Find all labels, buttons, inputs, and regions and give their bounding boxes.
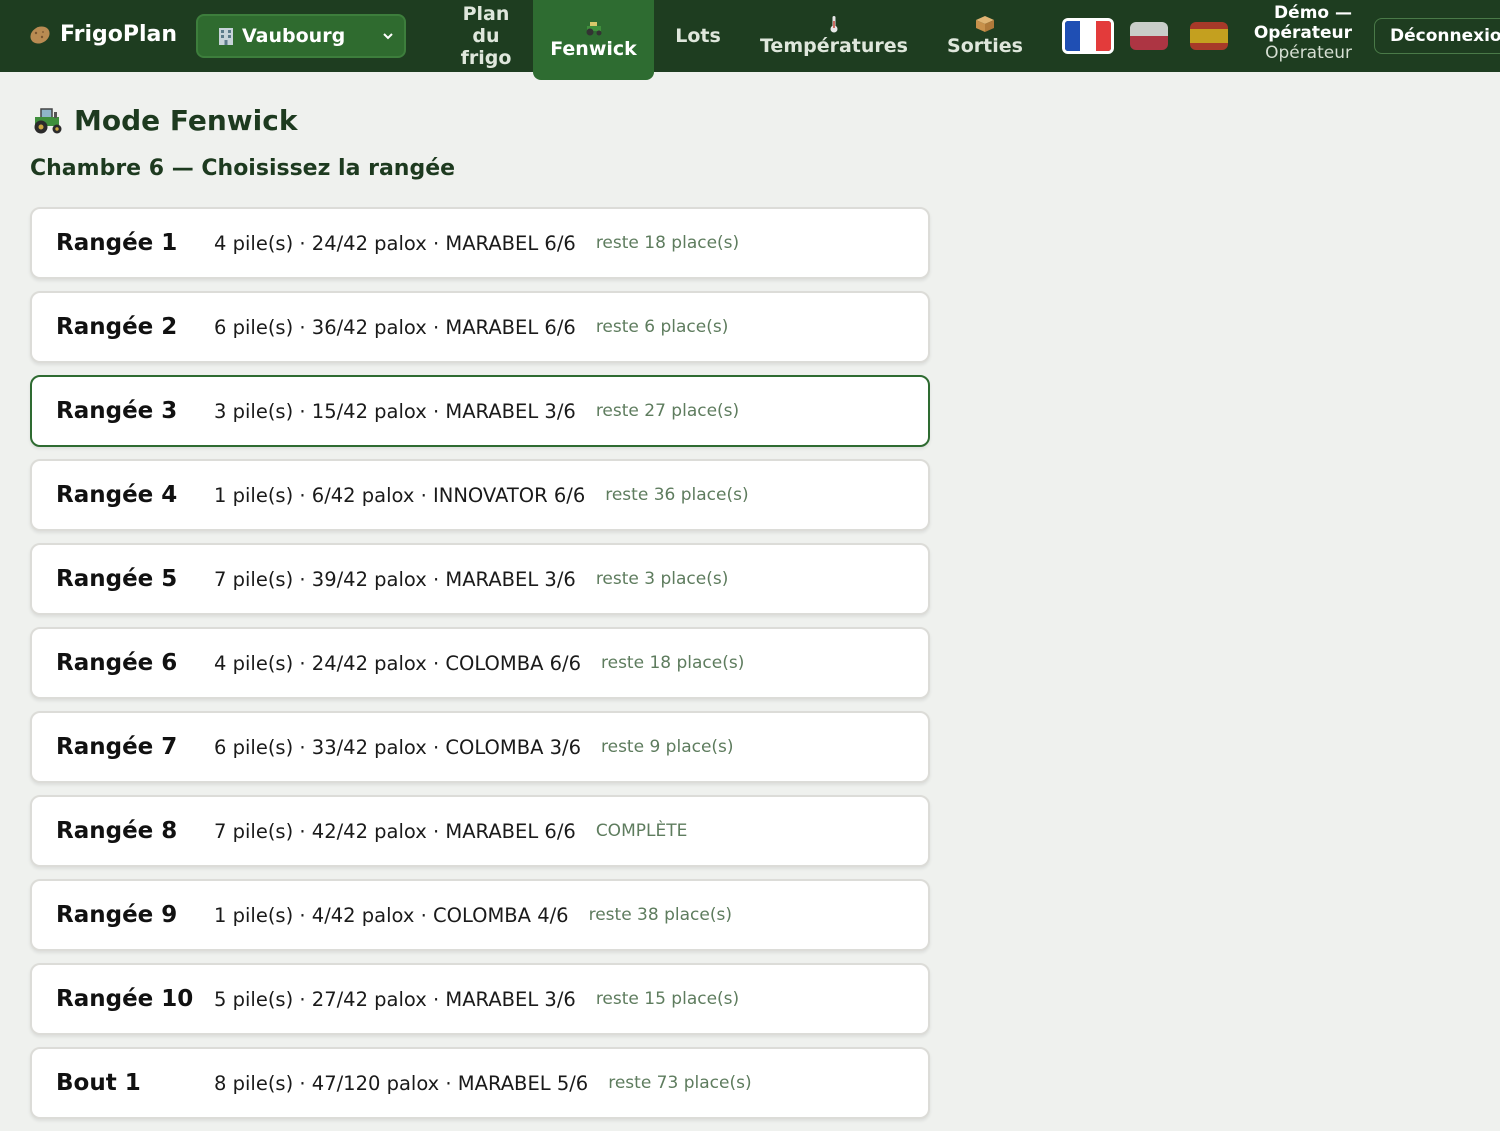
row-name: Rangée 1 [56, 230, 178, 256]
row-remaining: reste 38 place(s) [588, 905, 732, 925]
row-info: 5 pile(s) · 27/42 palox · MARABEL 3/6 [214, 987, 576, 1011]
row-name: Rangée 7 [56, 734, 178, 760]
row-info: 8 pile(s) · 47/120 palox · MARABEL 5/6 [214, 1071, 589, 1095]
row-name: Rangée 8 [56, 818, 178, 844]
nav-plan-label-3: frigo [460, 47, 512, 69]
row-card[interactable]: Rangée 7 6 pile(s) · 33/42 palox · COLOMB… [30, 711, 930, 783]
row-card[interactable]: Rangée 8 7 pile(s) · 42/42 palox · MARABE… [30, 795, 930, 867]
row-remaining: reste 73 place(s) [608, 1073, 752, 1093]
row-card[interactable]: Rangée 9 1 pile(s) · 4/42 palox · COLOMBA… [30, 879, 930, 951]
row-card[interactable]: Rangée 4 1 pile(s) · 6/42 palox · INNOVAT… [30, 459, 930, 531]
row-name: Rangée 3 [56, 398, 178, 424]
row-card[interactable]: Rangée 1 4 pile(s) · 24/42 palox · MARABE… [30, 207, 930, 279]
row-info: 7 pile(s) · 39/42 palox · MARABEL 3/6 [214, 567, 576, 591]
nav-plan-label-1: Plan [462, 3, 510, 25]
flag-es-icon[interactable] [1190, 22, 1228, 50]
app-name: FrigoPlan [60, 22, 178, 47]
row-remaining: reste 15 place(s) [595, 989, 740, 1009]
row-remaining: reste 36 place(s) [605, 485, 749, 505]
row-card[interactable]: Bout 1 8 pile(s) · 47/120 palox · MARABEL… [30, 1047, 930, 1119]
row-card[interactable]: Rangée 10 5 pile(s) · 27/42 palox · MARAB… [30, 963, 930, 1035]
row-card[interactable]: Rangée 5 7 pile(s) · 39/42 palox · MARABE… [30, 543, 930, 615]
row-info: 1 pile(s) · 6/42 palox · INNOVATOR 6/6 [214, 483, 586, 507]
row-info: 6 pile(s) · 33/42 palox · COLOMBA 3/6 [214, 735, 581, 759]
site-select[interactable]: Vaubourg [196, 14, 406, 58]
row-info: 6 pile(s) · 36/42 palox · MARABEL 6/6 [214, 315, 576, 339]
building-icon [219, 28, 233, 45]
nav-sorties[interactable]: Sorties [935, 0, 1035, 72]
row-name: Rangée 2 [56, 314, 178, 340]
row-name: Rangée 9 [56, 902, 178, 928]
row-card[interactable]: Rangée 2 6 pile(s) · 36/42 palox · MARABE… [30, 291, 930, 363]
nav-plan-du-frigo[interactable]: Plan du frigo [446, 0, 526, 72]
row-card[interactable]: Rangée 3 3 pile(s) · 15/42 palox · MARABE… [30, 375, 930, 447]
row-info: 7 pile(s) · 42/42 palox · MARABEL 6/6 [214, 819, 576, 843]
potato-icon [30, 25, 50, 44]
row-remaining: reste 27 place(s) [595, 401, 740, 421]
top-navigation-bar: FrigoPlan Vaubourg Plan du frigo Fenwick… [0, 0, 1500, 80]
row-card[interactable]: Rangée 6 4 pile(s) · 24/42 palox · COLOMB… [30, 627, 930, 699]
row-remaining: reste 3 place(s) [595, 569, 729, 589]
tractor-icon [34, 107, 62, 133]
row-remaining: COMPLÈTE [595, 821, 688, 841]
site-select-value: Vaubourg [242, 25, 346, 47]
app-brand[interactable]: FrigoPlan [28, 22, 177, 47]
user-name-line-1: Démo — [1274, 3, 1352, 23]
chevron-down-icon [383, 33, 393, 40]
logout-button[interactable]: Déconnexion [1374, 18, 1500, 54]
nav-fenwick-label: Fenwick [550, 38, 637, 60]
nav-plan-label-2: du [472, 25, 500, 47]
row-remaining: reste 18 place(s) [601, 653, 745, 673]
row-name: Bout 1 [56, 1070, 141, 1096]
row-remaining: reste 18 place(s) [595, 233, 740, 253]
row-info: 4 pile(s) · 24/42 palox · MARABEL 6/6 [214, 231, 576, 255]
nav-lots-label: Lots [675, 25, 721, 47]
flag-fr-icon[interactable] [1062, 18, 1114, 54]
row-info: 3 pile(s) · 15/42 palox · MARABEL 3/6 [214, 399, 576, 423]
row-list: Rangée 1 4 pile(s) · 24/42 palox · MARABE… [30, 207, 930, 1131]
page-title: Mode Fenwick [30, 104, 297, 137]
row-info: 1 pile(s) · 4/42 palox · COLOMBA 4/6 [214, 903, 569, 927]
tractor-icon [586, 22, 601, 36]
row-name: Rangée 4 [56, 482, 178, 508]
nav-lots[interactable]: Lots [662, 0, 734, 72]
row-remaining: reste 6 place(s) [595, 317, 729, 337]
nav-temperatures-label: Températures [760, 35, 908, 57]
flag-pl-icon[interactable] [1130, 22, 1168, 50]
thermometer-icon [830, 16, 838, 33]
user-name-line-2: Opérateur [1253, 23, 1352, 43]
row-remaining: reste 9 place(s) [601, 737, 734, 757]
nav-fenwick[interactable]: Fenwick [533, 0, 654, 80]
row-name: Rangée 6 [56, 650, 178, 676]
user-role: Opérateur [1265, 43, 1352, 63]
nav-sorties-label: Sorties [947, 35, 1023, 57]
page-subtitle: Chambre 6 — Choisissez la rangée [30, 156, 456, 181]
row-name: Rangée 10 [56, 986, 194, 1012]
nav-temperatures[interactable]: Températures [754, 0, 914, 72]
row-name: Rangée 5 [56, 566, 178, 592]
user-info: Démo — Opérateur Opérateur [1240, 3, 1352, 63]
row-info: 4 pile(s) · 24/42 palox · COLOMBA 6/6 [214, 651, 581, 675]
page-title-text: Mode Fenwick [74, 104, 298, 137]
package-icon [976, 16, 994, 32]
